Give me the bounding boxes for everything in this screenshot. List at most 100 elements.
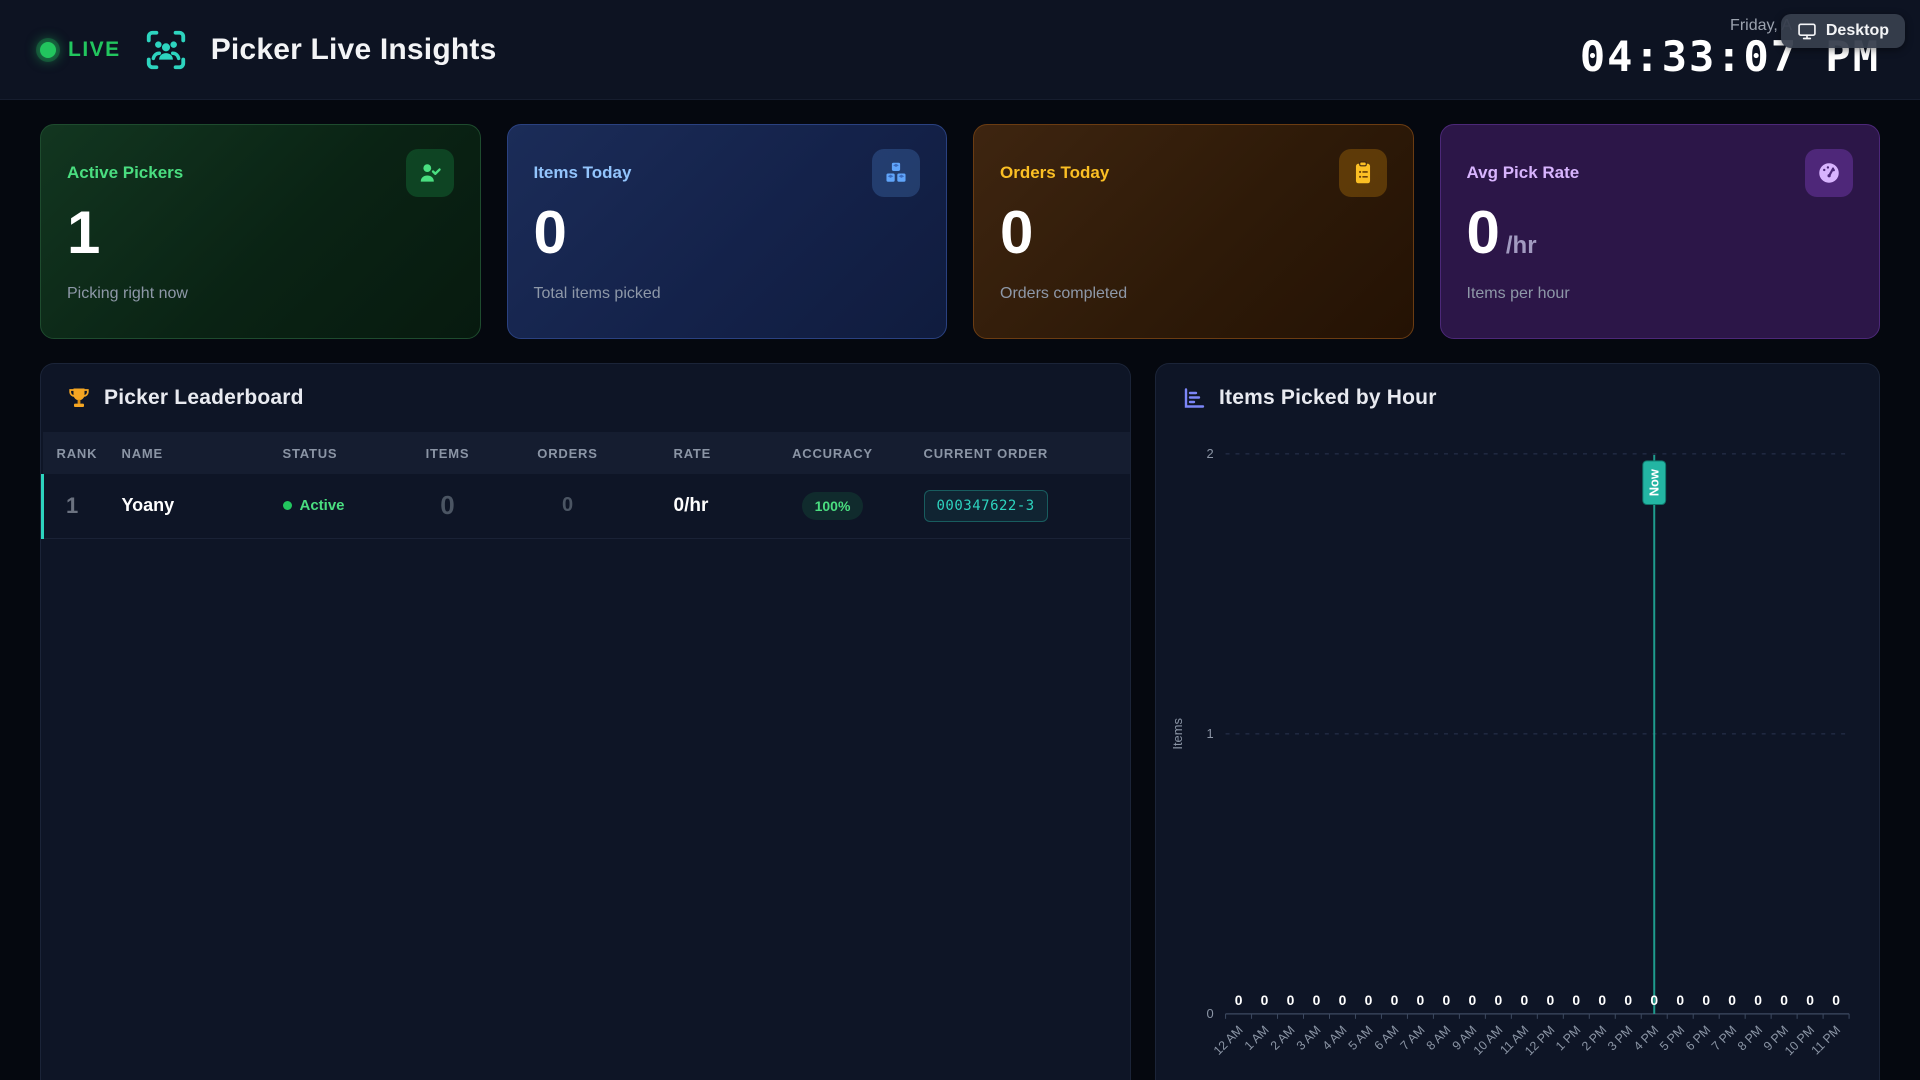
x-tick-label: 2 PM [1579, 1023, 1609, 1053]
value-label: 0 [1443, 992, 1451, 1008]
stat-title: Active Pickers [67, 163, 183, 183]
leaderboard-title: Picker Leaderboard [104, 386, 304, 410]
items-by-hour-panel: Items Picked by Hour 012ItemsNow012 AM01… [1155, 363, 1880, 1080]
stat-title: Orders Today [1000, 163, 1109, 183]
items-by-hour-chart: 012ItemsNow012 AM01 AM02 AM03 AM04 AM05 … [1156, 432, 1879, 1080]
x-tick-label: 11 PM [1809, 1023, 1844, 1058]
x-tick-label: 1 AM [1242, 1023, 1272, 1053]
x-tick-label: 2 AM [1268, 1023, 1298, 1053]
column-header-accuracy: Accuracy [768, 432, 898, 474]
column-header-current-order: Current Order [898, 432, 1131, 474]
x-tick-label: 8 PM [1735, 1023, 1765, 1053]
rate-cell: 0/hr [638, 474, 768, 538]
x-tick-label: 3 AM [1294, 1023, 1324, 1053]
stat-value: 0/hr [1467, 203, 1854, 263]
picker-name: Yoany [108, 474, 268, 538]
live-label: LIVE [68, 38, 121, 62]
user-check-icon [406, 149, 454, 197]
x-tick-label: 12 PM [1522, 1023, 1557, 1058]
orders-cell: 0 [498, 474, 638, 538]
boxes-icon [872, 149, 920, 197]
value-label: 0 [1702, 992, 1710, 1008]
x-tick-label: 6 PM [1683, 1023, 1713, 1053]
x-tick-label: 10 PM [1782, 1023, 1817, 1058]
x-tick-label: 12 AM [1211, 1023, 1246, 1058]
value-label: 0 [1754, 992, 1762, 1008]
stat-subtitle: Total items picked [534, 285, 921, 303]
x-tick-label: 8 AM [1424, 1023, 1454, 1053]
page-title: Picker Live Insights [211, 33, 497, 67]
value-label: 0 [1339, 992, 1347, 1008]
stat-title: Items Today [534, 163, 632, 183]
stat-card-avg-pick-rate: Avg Pick Rate 0/hr Items per hour [1440, 124, 1881, 339]
accuracy-cell: 100% [768, 474, 898, 538]
status-cell: Active [268, 474, 398, 538]
value-label: 0 [1572, 992, 1580, 1008]
status-dot-icon [283, 501, 292, 510]
monitor-icon [1797, 21, 1817, 41]
pickers-scan-logo-icon [143, 27, 189, 73]
stat-subtitle: Items per hour [1467, 285, 1854, 303]
current-order-badge: 000347622-3 [924, 490, 1048, 522]
value-label: 0 [1806, 992, 1814, 1008]
chart-svg: 012ItemsNow012 AM01 AM02 AM03 AM04 AM05 … [1166, 438, 1861, 1080]
leaderboard-row-yoany[interactable]: 1 Yoany Active 0 0 0/hr 100% [43, 474, 1131, 538]
rank-cell: 1 [43, 474, 108, 538]
column-header-status: Status [268, 432, 398, 474]
column-header-rank: Rank [43, 432, 108, 474]
stat-value: 0 [534, 203, 921, 263]
live-badge: LIVE [40, 38, 121, 62]
items-cell: 0 [398, 474, 498, 538]
value-label: 0 [1313, 992, 1321, 1008]
stat-subtitle: Picking right now [67, 285, 454, 303]
accuracy-badge: 100% [802, 492, 864, 520]
chart-title: Items Picked by Hour [1219, 386, 1437, 410]
stat-title: Avg Pick Rate [1467, 163, 1580, 183]
x-tick-label: 6 AM [1372, 1023, 1402, 1053]
stat-card-items-today: Items Today 0 Total items picked [507, 124, 948, 339]
desktop-share-button[interactable]: Desktop [1781, 14, 1905, 48]
bar-chart-icon [1182, 386, 1206, 410]
value-label: 0 [1417, 992, 1425, 1008]
column-header-name: Name [108, 432, 268, 474]
x-tick-label: 7 AM [1398, 1023, 1428, 1053]
value-label: 0 [1832, 992, 1840, 1008]
current-order-cell: 000347622-3 [898, 474, 1131, 538]
x-tick-label: 1 PM [1553, 1023, 1583, 1053]
stat-value: 0 [1000, 203, 1387, 263]
y-tick-label: 1 [1206, 726, 1213, 741]
trophy-icon [67, 386, 91, 410]
column-header-orders: Orders [498, 432, 638, 474]
value-label: 0 [1469, 992, 1477, 1008]
y-tick-label: 2 [1206, 446, 1213, 461]
y-tick-label: 0 [1206, 1006, 1213, 1021]
stats-row: Active Pickers 1 Picking right now Items… [40, 124, 1880, 339]
stat-value: 1 [67, 203, 454, 263]
desktop-button-label: Desktop [1826, 22, 1889, 40]
column-header-items: Items [398, 432, 498, 474]
value-label: 0 [1780, 992, 1788, 1008]
leaderboard-table: Rank Name Status Items Orders Rate Accur… [41, 432, 1130, 539]
value-label: 0 [1728, 992, 1736, 1008]
stat-card-orders-today: Orders Today 0 Orders completed [973, 124, 1414, 339]
value-label: 0 [1650, 992, 1658, 1008]
live-dot-icon [40, 42, 56, 58]
value-label: 0 [1598, 992, 1606, 1008]
value-label: 0 [1287, 992, 1295, 1008]
gauge-icon [1805, 149, 1853, 197]
stat-card-active-pickers: Active Pickers 1 Picking right now [40, 124, 481, 339]
y-axis-label: Items [1170, 718, 1185, 750]
app-header: LIVE Picker Live Insights Friday, A 04:3… [0, 0, 1920, 100]
value-label: 0 [1235, 992, 1243, 1008]
value-label: 0 [1520, 992, 1528, 1008]
now-label: Now [1647, 468, 1662, 496]
value-label: 0 [1546, 992, 1554, 1008]
x-tick-label: 7 PM [1709, 1023, 1739, 1053]
x-tick-label: 3 PM [1605, 1023, 1635, 1053]
value-label: 0 [1391, 992, 1399, 1008]
column-header-rate: Rate [638, 432, 768, 474]
x-tick-label: 10 AM [1471, 1023, 1506, 1058]
value-label: 0 [1494, 992, 1502, 1008]
clipboard-list-icon [1339, 149, 1387, 197]
x-tick-label: 5 PM [1657, 1023, 1687, 1053]
